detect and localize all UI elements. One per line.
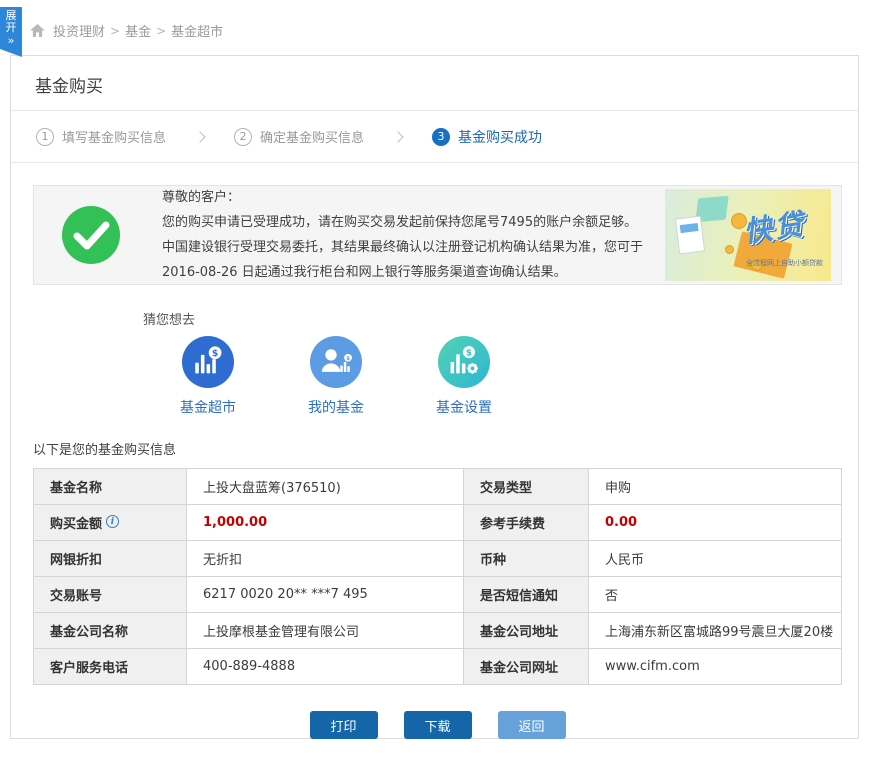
- field-value: 人民币: [589, 541, 842, 577]
- field-label: 客户服务电话: [34, 649, 187, 685]
- field-value: 1,000.00: [187, 505, 464, 541]
- field-label: 是否短信通知: [464, 577, 589, 613]
- shortcut-label: 基金超市: [160, 397, 256, 417]
- step-number-badge: 1: [36, 128, 54, 146]
- breadcrumb-item[interactable]: 基金超市: [171, 21, 223, 40]
- step-1: 1 填写基金购买信息: [36, 127, 166, 146]
- field-value: www.cifm.com: [589, 649, 842, 685]
- ad-bankcard-graphic: [675, 216, 705, 255]
- home-icon[interactable]: [30, 24, 45, 37]
- shortcut-bars-coin[interactable]: $ 基金超市: [160, 336, 256, 417]
- field-value: 无折扣: [187, 541, 464, 577]
- bars-coin-gear-icon: $: [438, 336, 490, 388]
- breadcrumb-item[interactable]: 基金: [125, 21, 151, 40]
- svg-text:$: $: [212, 348, 218, 359]
- quick-loan-ad-banner[interactable]: 快贷 全流程网上自助小额贷款: [665, 189, 831, 281]
- field-value: 400-889-4888: [187, 649, 464, 685]
- purchase-info-table: 基金名称上投大盘蓝筹(376510)交易类型申购购买金额i1,000.00参考手…: [33, 468, 842, 685]
- step-label: 基金购买成功: [458, 127, 542, 147]
- field-label: 交易账号: [34, 577, 187, 613]
- field-value: 6217 0020 20** ***7 495: [187, 577, 464, 613]
- breadcrumb: 投资理财 > 基金 > 基金超市: [30, 21, 223, 40]
- table-row: 购买金额i1,000.00参考手续费0.00: [34, 505, 842, 541]
- field-value: 上投大盘蓝筹(376510): [187, 469, 464, 505]
- step-indicator: 1 填写基金购买信息 2 确定基金购买信息 3 基金购买成功: [11, 111, 858, 163]
- shortcut-person-bars[interactable]: $ 我的基金: [288, 336, 384, 417]
- double-chevron-right-icon: »: [0, 35, 22, 46]
- breadcrumb-separator: >: [156, 24, 166, 38]
- field-value: 0.00: [589, 505, 842, 541]
- bars-coin-icon: $: [182, 336, 234, 388]
- notice-line-1: 您的购买申请已受理成功，请在购买交易发起前保持您尾号7495的账户余额足够。: [162, 210, 665, 235]
- notice-greeting: 尊敬的客户：: [162, 185, 665, 210]
- breadcrumb-separator: >: [110, 24, 120, 38]
- ad-tagline: 全流程网上自助小额贷款: [746, 258, 823, 268]
- shortcut-label: 我的基金: [288, 397, 384, 417]
- field-label: 基金公司地址: [464, 613, 589, 649]
- page-title: 基金购买: [11, 56, 858, 111]
- info-icon[interactable]: i: [106, 515, 119, 528]
- table-row: 客户服务电话400-889-4888基金公司网址www.cifm.com: [34, 649, 842, 685]
- expand-tab-label: 展开: [5, 10, 17, 34]
- field-label: 基金公司名称: [34, 613, 187, 649]
- action-buttons: 打印 下载 返回: [33, 711, 842, 739]
- notice-text: 尊敬的客户： 您的购买申请已受理成功，请在购买交易发起前保持您尾号7495的账户…: [162, 185, 665, 285]
- fund-purchase-panel: 基金购买 1 填写基金购买信息 2 确定基金购买信息 3 基金购买成功 尊敬的客户： 您的…: [10, 55, 859, 739]
- field-value: 上投摩根基金管理有限公司: [187, 613, 464, 649]
- step-3: 3 基金购买成功: [432, 127, 542, 147]
- success-notice-box: 尊敬的客户： 您的购买申请已受理成功，请在购买交易发起前保持您尾号7495的账户…: [33, 185, 842, 285]
- ad-title: 快贷: [740, 201, 807, 251]
- table-row: 基金名称上投大盘蓝筹(376510)交易类型申购: [34, 469, 842, 505]
- field-label: 网银折扣: [34, 541, 187, 577]
- table-row: 交易账号6217 0020 20** ***7 495是否短信通知否: [34, 577, 842, 613]
- step-label: 填写基金购买信息: [62, 127, 166, 146]
- purchase-info-tbody: 基金名称上投大盘蓝筹(376510)交易类型申购购买金额i1,000.00参考手…: [34, 469, 842, 685]
- notice-line-2: 中国建设银行受理交易委托，其结果最终确认以注册登记机构确认结果为准，您可于 20…: [162, 235, 665, 285]
- field-value: 否: [589, 577, 842, 613]
- step-number-badge: 3: [432, 128, 450, 146]
- expand-sidebar-tab[interactable]: 展开 »: [0, 7, 22, 57]
- table-row: 网银折扣无折扣币种人民币: [34, 541, 842, 577]
- field-label: 参考手续费: [464, 505, 589, 541]
- back-button[interactable]: 返回: [498, 711, 566, 739]
- table-row: 基金公司名称上投摩根基金管理有限公司基金公司地址上海浦东新区富城路99号震旦大厦…: [34, 613, 842, 649]
- field-label: 基金公司网址: [464, 649, 589, 685]
- field-label: 交易类型: [464, 469, 589, 505]
- person-bars-icon: $: [310, 336, 362, 388]
- step-chevron-icon: [392, 131, 403, 142]
- step-number-badge: 2: [234, 128, 252, 146]
- success-check-icon: [62, 206, 120, 264]
- shortcut-bars-coin-gear[interactable]: $ 基金设置: [416, 336, 512, 417]
- suggest-shortcuts: $ 基金超市 $ 我的基金 $ 基金设置: [160, 336, 842, 417]
- field-value: 申购: [589, 469, 842, 505]
- step-label: 确定基金购买信息: [260, 127, 364, 146]
- print-button[interactable]: 打印: [310, 711, 378, 739]
- field-label: 币种: [464, 541, 589, 577]
- step-2: 2 确定基金购买信息: [234, 127, 364, 146]
- panel-content: 尊敬的客户： 您的购买申请已受理成功，请在购买交易发起前保持您尾号7495的账户…: [11, 163, 858, 739]
- svg-text:$: $: [466, 348, 472, 358]
- suggest-title: 猜您想去: [143, 309, 842, 328]
- svg-text:$: $: [346, 356, 350, 362]
- download-button[interactable]: 下载: [404, 711, 472, 739]
- field-label: 购买金额i: [34, 505, 187, 541]
- shortcut-label: 基金设置: [416, 397, 512, 417]
- breadcrumb-item[interactable]: 投资理财: [53, 21, 105, 40]
- field-value: 上海浦东新区富城路99号震旦大厦20楼: [589, 613, 842, 649]
- step-chevron-icon: [194, 131, 205, 142]
- coin-icon: [725, 245, 734, 254]
- details-title: 以下是您的基金购买信息: [33, 439, 842, 458]
- field-label: 基金名称: [34, 469, 187, 505]
